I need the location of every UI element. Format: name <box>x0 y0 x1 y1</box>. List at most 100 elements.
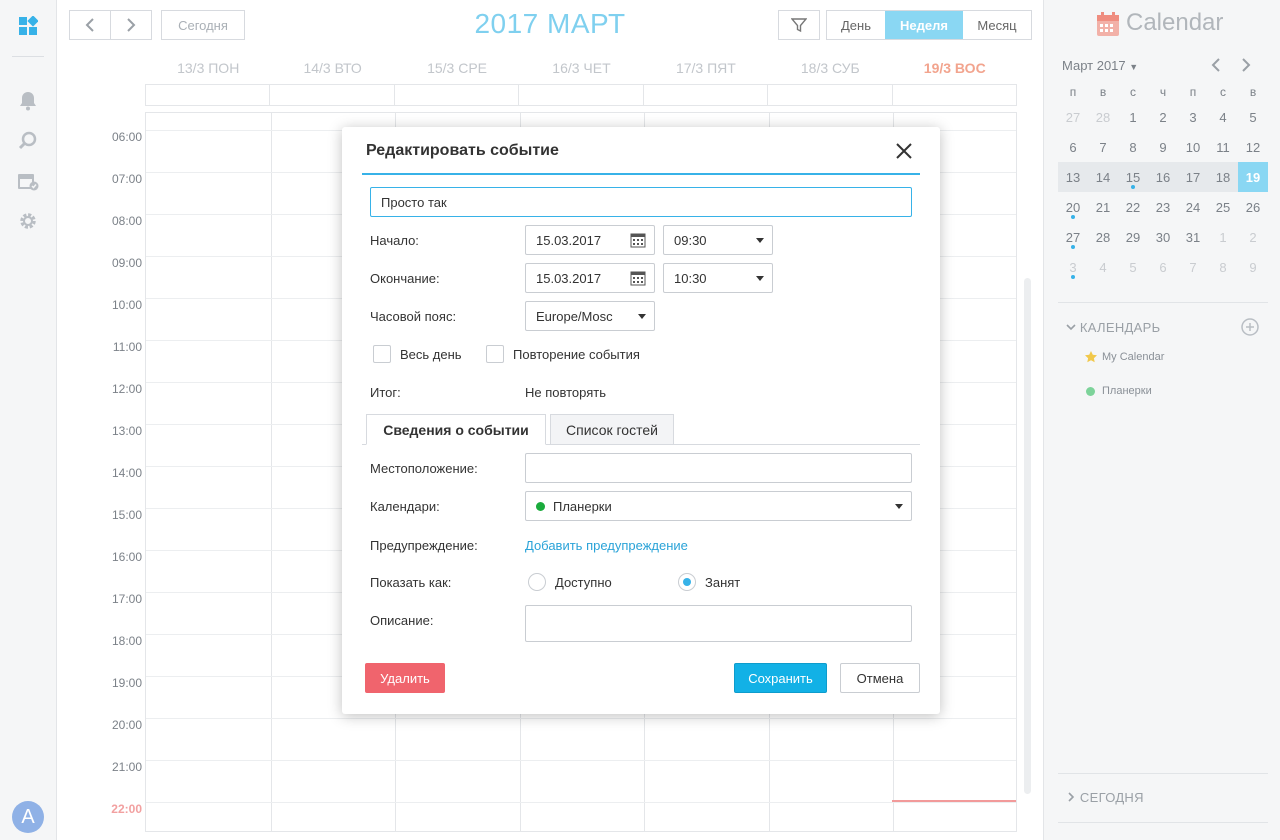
tab-event-details[interactable]: Сведения о событии <box>366 414 546 445</box>
start-date-field[interactable]: 15.03.2017 <box>525 225 655 255</box>
event-title-input[interactable]: Просто так <box>370 187 912 217</box>
mini-day[interactable]: 4 <box>1208 102 1238 132</box>
mini-day[interactable]: 22 <box>1118 192 1148 222</box>
start-time-select[interactable]: 09:30 <box>663 225 773 255</box>
calendars-section-header[interactable]: КАЛЕНДАРЬ <box>1066 320 1160 335</box>
star-icon <box>1085 351 1097 363</box>
mini-day[interactable]: 25 <box>1208 192 1238 222</box>
day-header[interactable]: 15/3 СРЕ <box>395 60 519 80</box>
mini-day[interactable]: 3 <box>1178 102 1208 132</box>
next-button[interactable] <box>110 10 152 40</box>
mini-day[interactable]: 11 <box>1208 132 1238 162</box>
mini-day[interactable]: 1 <box>1208 222 1238 252</box>
location-label: Местоположение: <box>370 461 478 476</box>
mini-day[interactable]: 27 <box>1058 102 1088 132</box>
mini-month-selector[interactable]: Март 2017 ▼ <box>1062 58 1138 73</box>
scrollbar[interactable] <box>1024 278 1031 794</box>
all-day-checkbox[interactable] <box>373 345 391 363</box>
add-alert-link[interactable]: Добавить предупреждение <box>525 538 688 553</box>
mini-day[interactable]: 9 <box>1148 132 1178 162</box>
mini-day[interactable]: 29 <box>1118 222 1148 252</box>
mini-day[interactable]: 13 <box>1058 162 1088 192</box>
filter-button[interactable] <box>778 10 820 40</box>
mini-day[interactable]: 14 <box>1088 162 1118 192</box>
mini-day[interactable]: 6 <box>1058 132 1088 162</box>
mini-next-button[interactable] <box>1240 57 1252 76</box>
timezone-select[interactable]: Europe/Mosc <box>525 301 655 331</box>
day-header-today[interactable]: 19/3 ВОС <box>893 60 1017 80</box>
day-header[interactable]: 13/3 ПОН <box>146 60 270 80</box>
all-day-row[interactable] <box>145 84 1017 106</box>
mini-day[interactable]: 16 <box>1148 162 1178 192</box>
mini-day[interactable]: 30 <box>1148 222 1178 252</box>
end-time-select[interactable]: 10:30 <box>663 263 773 293</box>
apps-icon[interactable] <box>16 14 40 38</box>
view-week-button[interactable]: Неделя <box>885 11 963 39</box>
mini-day[interactable]: 28 <box>1088 102 1118 132</box>
busy-radio[interactable] <box>678 573 696 591</box>
mini-day[interactable]: 10 <box>1178 132 1208 162</box>
mini-day[interactable]: 7 <box>1088 132 1118 162</box>
chevron-left-icon <box>85 18 94 32</box>
location-input[interactable] <box>525 453 912 483</box>
calendar-tasks-icon[interactable] <box>16 169 40 193</box>
right-sidebar: Calendar Март 2017 ▼ п в с ч п с в 27 28 1 2 3 4 5 6 7 8… <box>1043 0 1280 840</box>
plus-circle-icon <box>1241 318 1259 336</box>
end-date-field[interactable]: 15.03.2017 <box>525 263 655 293</box>
mini-day[interactable]: 2 <box>1238 222 1268 252</box>
mini-day[interactable]: 27 <box>1058 222 1088 252</box>
mini-day[interactable]: 18 <box>1208 162 1238 192</box>
mini-day[interactable]: 8 <box>1118 132 1148 162</box>
day-header[interactable]: 17/3 ПЯТ <box>644 60 768 80</box>
tab-guest-list[interactable]: Список гостей <box>550 414 674 445</box>
cancel-button[interactable]: Отмена <box>840 663 920 693</box>
close-button[interactable] <box>892 139 916 163</box>
day-header[interactable]: 18/3 СУБ <box>768 60 892 80</box>
mini-day[interactable]: 6 <box>1148 252 1178 282</box>
day-header[interactable]: 14/3 ВТО <box>270 60 394 80</box>
available-radio[interactable] <box>528 573 546 591</box>
mini-day[interactable]: 24 <box>1178 192 1208 222</box>
mini-day[interactable]: 28 <box>1088 222 1118 252</box>
mini-day[interactable]: 23 <box>1148 192 1178 222</box>
mini-day[interactable]: 2 <box>1148 102 1178 132</box>
calendar-icon[interactable] <box>630 270 646 289</box>
mini-day[interactable]: 7 <box>1178 252 1208 282</box>
mini-prev-button[interactable] <box>1210 57 1222 76</box>
mini-day-selected[interactable]: 19 <box>1238 162 1268 192</box>
calendar-item-my[interactable]: My Calendar <box>1084 350 1164 364</box>
repeat-checkbox[interactable] <box>486 345 504 363</box>
calendar-icon[interactable] <box>630 232 646 251</box>
prev-button[interactable] <box>69 10 111 40</box>
view-month-button[interactable]: Месяц <box>963 11 1031 39</box>
mini-day[interactable]: 15 <box>1118 162 1148 192</box>
repeat-label: Повторение события <box>513 347 640 362</box>
today-button[interactable]: Сегодня <box>161 10 245 40</box>
mini-day[interactable]: 1 <box>1118 102 1148 132</box>
calendar-item-planerki[interactable]: Планерки <box>1084 385 1152 397</box>
avatar[interactable]: A <box>12 801 44 833</box>
gear-icon[interactable] <box>16 209 40 233</box>
calendar-select[interactable]: Планерки <box>525 491 912 521</box>
mini-day[interactable]: 3 <box>1058 252 1088 282</box>
mini-day[interactable]: 5 <box>1118 252 1148 282</box>
day-header[interactable]: 16/3 ЧЕТ <box>519 60 643 80</box>
mini-day[interactable]: 20 <box>1058 192 1088 222</box>
delete-button[interactable]: Удалить <box>365 663 445 693</box>
mini-day[interactable]: 4 <box>1088 252 1118 282</box>
mini-day[interactable]: 5 <box>1238 102 1268 132</box>
bell-icon[interactable] <box>16 89 40 113</box>
mini-day[interactable]: 8 <box>1208 252 1238 282</box>
search-icon[interactable] <box>16 129 40 153</box>
today-section-header[interactable]: СЕГОДНЯ <box>1066 790 1144 805</box>
mini-day[interactable]: 17 <box>1178 162 1208 192</box>
mini-day[interactable]: 9 <box>1238 252 1268 282</box>
mini-day[interactable]: 21 <box>1088 192 1118 222</box>
view-day-button[interactable]: День <box>827 11 885 39</box>
save-button[interactable]: Сохранить <box>734 663 827 693</box>
mini-day[interactable]: 26 <box>1238 192 1268 222</box>
add-calendar-button[interactable] <box>1241 318 1259 339</box>
description-input[interactable] <box>525 605 912 642</box>
mini-day[interactable]: 31 <box>1178 222 1208 252</box>
mini-day[interactable]: 12 <box>1238 132 1268 162</box>
